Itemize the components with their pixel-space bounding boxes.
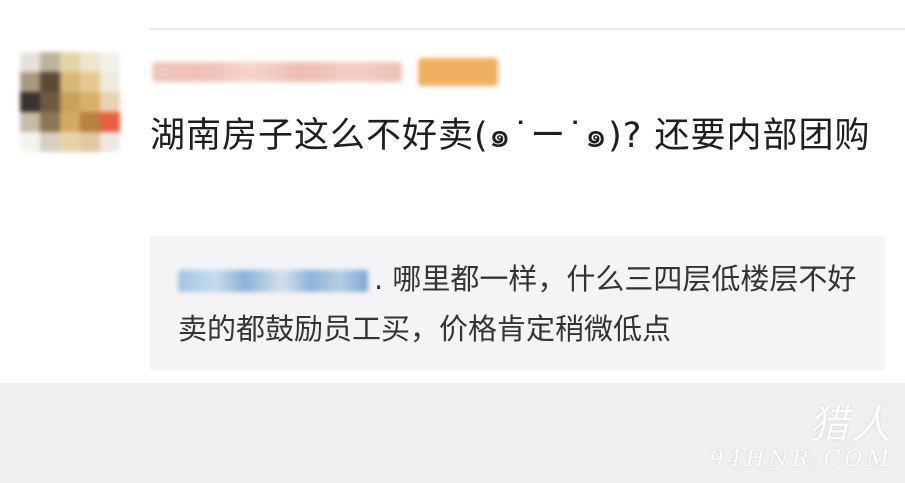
avatar[interactable] [20,52,120,152]
site-watermark: 猎人 94HNR.COM [710,403,893,473]
footer-area: 猎人 94HNR.COM [0,383,905,483]
watermark-logo: 猎人 [809,402,893,448]
user-level-badge [418,58,498,86]
reply-author-pixelated[interactable] [178,270,368,292]
reply-body: . 哪里都一样，什么三四层低楼层不好卖的都鼓励员工买，价格肯定稍微低点 [178,254,878,354]
watermark-url: 94HNR.COM [709,447,893,472]
username-pixelated[interactable] [152,62,402,82]
comment-thread: 湖南房子这么不好卖(๑˙ー˙๑)? 还要内部团购 . 哪里都一样，什么三四层低楼… [0,0,905,483]
divider [150,28,905,30]
reply-box[interactable]: . 哪里都一样，什么三四层低楼层不好卖的都鼓励员工买，价格肯定稍微低点 [150,236,885,370]
comment-text: 湖南房子这么不好卖(๑˙ー˙๑)? 还要内部团购 [150,116,871,156]
